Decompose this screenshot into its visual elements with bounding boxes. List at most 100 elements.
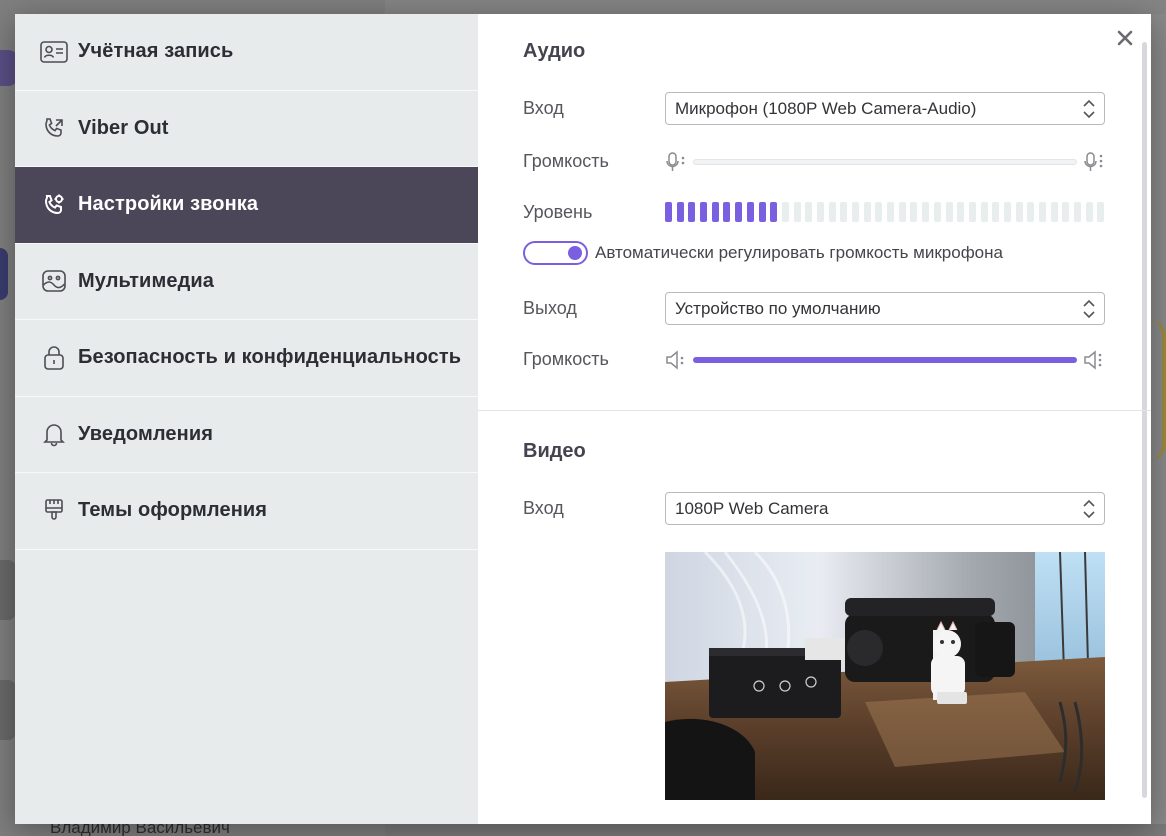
sidebar-item-label: Мультимедиа — [78, 269, 214, 292]
level-bar — [1062, 202, 1070, 222]
speaker-low-icon — [666, 350, 684, 370]
sidebar-item-label: Уведомления — [78, 422, 213, 445]
level-bar — [770, 202, 778, 222]
level-bar — [665, 202, 672, 222]
level-bar — [922, 202, 930, 222]
level-bar — [1039, 202, 1046, 222]
level-bar — [676, 202, 684, 222]
level-bar — [887, 202, 895, 222]
video-input-value: 1080P Web Camera — [675, 498, 829, 518]
level-bar — [945, 202, 953, 222]
settings-dialog: Учётная запись Viber Out Настройки звонк… — [15, 14, 1151, 824]
level-bar — [1003, 202, 1011, 222]
paint-brush-icon — [40, 497, 68, 525]
auto-gain-label: Автоматически регулировать громкость мик… — [595, 243, 1003, 262]
audio-section-title: Аудио — [523, 40, 586, 62]
input-volume-slider[interactable] — [665, 150, 1105, 174]
close-icon[interactable] — [1115, 28, 1135, 48]
sidebar-item-label: Темы оформления — [78, 499, 268, 522]
level-bar — [1074, 202, 1082, 222]
level-bar — [840, 202, 848, 222]
output-volume-label: Громкость — [523, 349, 609, 369]
level-bar — [723, 202, 731, 222]
level-bar — [711, 202, 719, 222]
level-bar — [1027, 202, 1035, 222]
audio-output-value: Устройство по умолчанию — [675, 298, 881, 318]
input-volume-track[interactable] — [693, 159, 1077, 165]
audio-input-value: Микрофон (1080P Web Camera-Audio) — [675, 98, 977, 118]
camera-preview — [665, 552, 1105, 800]
level-bar — [688, 202, 696, 222]
audio-output-label: Выход — [523, 298, 577, 318]
level-bar — [1050, 202, 1058, 222]
select-arrows-icon — [1083, 299, 1095, 319]
audio-input-select[interactable]: Микрофон (1080P Web Camera-Audio) — [665, 92, 1105, 125]
image-icon — [40, 267, 68, 295]
sidebar-item-label: Настройки звонка — [78, 193, 259, 216]
section-divider — [478, 410, 1151, 411]
level-bar — [781, 202, 789, 222]
microphone-high-icon — [1084, 152, 1103, 171]
input-volume-label: Громкость — [523, 151, 609, 171]
camera-preview-image — [665, 552, 1105, 800]
level-bar — [805, 202, 813, 222]
input-level-meter — [665, 202, 1105, 222]
level-label: Уровень — [523, 202, 593, 222]
level-bar — [746, 202, 754, 222]
level-bar — [875, 202, 883, 222]
level-bar — [816, 202, 824, 222]
auto-gain-toggle[interactable] — [523, 241, 588, 265]
account-card-icon — [40, 38, 68, 66]
level-bar — [793, 202, 801, 222]
level-bar — [1085, 202, 1093, 222]
background-avatar — [0, 248, 8, 300]
sidebar-item-multimedia[interactable]: Мультимедиа — [15, 244, 478, 320]
level-bar — [957, 202, 965, 222]
select-arrows-icon — [1083, 99, 1095, 119]
sidebar-item-account[interactable]: Учётная запись — [15, 14, 478, 91]
video-input-label: Вход — [523, 498, 564, 518]
sidebar-item-themes[interactable]: Темы оформления — [15, 473, 478, 550]
video-section-title: Видео — [523, 440, 586, 462]
call-settings-icon — [40, 191, 68, 219]
call-settings-panel: Аудио Вход Микрофон (1080P Web Camera-Au… — [478, 14, 1151, 824]
level-bar — [898, 202, 906, 222]
lock-icon — [40, 344, 68, 372]
settings-sidebar: Учётная запись Viber Out Настройки звонк… — [15, 14, 478, 824]
background-avatar — [0, 560, 16, 620]
level-bar — [992, 202, 1000, 222]
audio-output-select[interactable]: Устройство по умолчанию — [665, 292, 1105, 325]
bell-icon — [40, 420, 68, 448]
speaker-high-icon — [1084, 350, 1102, 370]
toggle-knob — [568, 246, 582, 260]
level-bar — [1015, 202, 1023, 222]
background-accent — [1150, 320, 1166, 460]
sidebar-item-label: Учётная запись — [78, 40, 234, 63]
level-bar — [910, 202, 918, 222]
audio-input-label: Вход — [523, 98, 564, 118]
level-bar — [933, 202, 941, 222]
level-bar — [980, 202, 988, 222]
level-bar — [828, 202, 836, 222]
phone-out-icon — [40, 114, 68, 142]
output-volume-slider[interactable] — [665, 348, 1105, 372]
level-bar — [700, 202, 708, 222]
level-bar — [735, 202, 743, 222]
level-bar — [758, 202, 766, 222]
level-bar — [968, 202, 976, 222]
sidebar-item-label: Безопасность и конфиденциальность — [78, 346, 462, 369]
scrollbar[interactable] — [1142, 42, 1147, 798]
output-volume-track[interactable] — [693, 357, 1077, 363]
sidebar-item-security[interactable]: Безопасность и конфиденциальность — [15, 320, 478, 397]
level-bar — [852, 202, 859, 222]
level-bar — [863, 202, 871, 222]
sidebar-item-call-settings[interactable]: Настройки звонка — [15, 167, 478, 244]
sidebar-item-viber-out[interactable]: Viber Out — [15, 91, 478, 167]
video-input-select[interactable]: 1080P Web Camera — [665, 492, 1105, 525]
select-arrows-icon — [1083, 499, 1095, 519]
sidebar-item-notifications[interactable]: Уведомления — [15, 397, 478, 473]
sidebar-item-label: Viber Out — [78, 116, 169, 139]
microphone-low-icon — [666, 152, 685, 171]
level-bar — [1097, 202, 1105, 222]
background-avatar — [0, 680, 16, 740]
